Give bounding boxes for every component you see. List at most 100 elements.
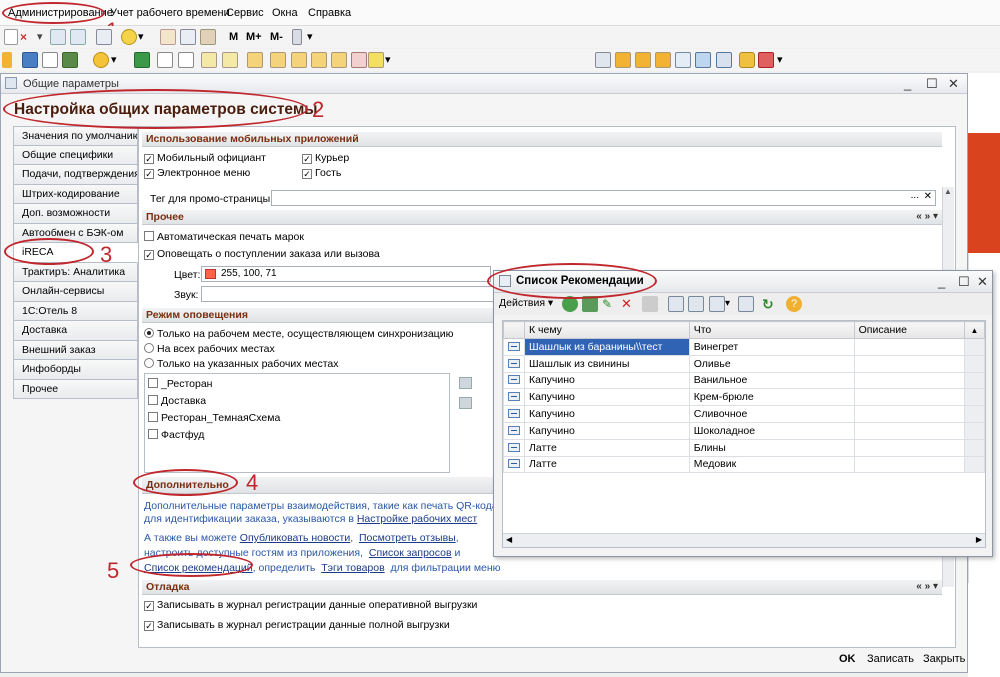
view-reviews-link[interactable]: Посмотреть отзывы <box>359 532 456 544</box>
cell-to[interactable]: Капучино <box>524 405 690 423</box>
tab-1c-hotel[interactable]: 1С:Отель 8 <box>13 301 138 321</box>
tab-general-specifics[interactable]: Общие специфики <box>13 145 138 165</box>
table-row[interactable]: Латте Медовик <box>503 455 985 474</box>
tab-external-order[interactable]: Внешний заказ <box>13 340 138 360</box>
cell-description[interactable] <box>853 438 966 457</box>
tools-dropdown-icon[interactable]: ▾ <box>307 29 323 45</box>
cell-what[interactable]: Оливье <box>688 354 855 373</box>
right-dropdown-icon[interactable]: ▾ <box>777 52 793 68</box>
section-collapse-icon[interactable]: « » ▾ <box>916 210 938 224</box>
emenu-checkbox[interactable]: ✓ Электронное меню <box>144 167 250 179</box>
list-doc-2-icon[interactable] <box>178 52 194 68</box>
tools-icon[interactable] <box>292 29 302 45</box>
cell-to[interactable]: Капучино <box>524 388 690 407</box>
tab-infoboards[interactable]: Инфоборды <box>13 360 138 380</box>
cancel-report-icon[interactable] <box>351 52 367 68</box>
journal-2-icon[interactable] <box>222 52 238 68</box>
cell-to[interactable]: Латте <box>524 438 690 457</box>
tab-online-services[interactable]: Онлайн-сервисы <box>13 282 138 302</box>
info-dropdown-icon[interactable]: ▾ <box>138 29 154 45</box>
list-doc-icon[interactable] <box>157 52 173 68</box>
add-icon[interactable] <box>562 296 578 312</box>
notify-mode-selected-radio[interactable]: Только на указанных рабочих местах <box>144 358 338 370</box>
tools-folder-icon[interactable] <box>615 52 631 68</box>
report-icon[interactable] <box>62 52 78 68</box>
delete-icon[interactable]: × <box>20 29 36 45</box>
courier-checkbox[interactable]: ✓ Курьер <box>302 152 349 164</box>
table-row[interactable]: Шашлык из баранины\\тест Винегрет <box>503 338 985 356</box>
m-minus-button[interactable]: M- <box>270 31 283 43</box>
cell-description[interactable] <box>853 405 966 423</box>
cell-to[interactable]: Латте <box>524 455 690 474</box>
tab-ireca[interactable]: iRECA <box>13 243 138 263</box>
calculator-icon[interactable] <box>160 29 176 45</box>
scroll-left-icon[interactable]: ◀ <box>506 535 512 544</box>
check-report-icon[interactable] <box>368 52 384 68</box>
uncheck-all-icon[interactable] <box>459 397 472 409</box>
calendar-icon[interactable] <box>180 29 196 45</box>
monitor-off-icon[interactable] <box>758 52 774 68</box>
save-button[interactable]: Записать <box>867 653 914 665</box>
notify-checkbox[interactable]: ✓ Оповещать о поступлении заказа или вызо… <box>144 248 380 260</box>
menu-windows[interactable]: Окна <box>272 7 298 19</box>
table-row[interactable]: Капучино Ванильное <box>503 371 985 390</box>
money-dropdown-icon[interactable]: ▾ <box>111 52 127 68</box>
sum-report-icon[interactable] <box>311 52 327 68</box>
tab-auto-exchange[interactable]: Автообмен с БЭК-ом <box>13 223 138 243</box>
color-field[interactable]: 255, 100, 71 <box>201 266 491 282</box>
book-icon[interactable] <box>134 52 150 68</box>
workplace-settings-link[interactable]: Настройке рабочих мест <box>357 513 477 525</box>
copy-icon[interactable] <box>96 29 112 45</box>
filter-list-icon[interactable] <box>709 296 725 312</box>
tab-defaults[interactable]: Значения по умолчанию <box>13 126 138 146</box>
cell-to[interactable]: Шашлык из свинины <box>524 354 690 373</box>
cell-what[interactable]: Медовик <box>688 455 855 474</box>
table-report-icon[interactable] <box>331 52 347 68</box>
tab-orders-confirmations[interactable]: Подачи, подтверждения <box>13 165 138 185</box>
cell-what[interactable]: Винегрет <box>688 338 855 356</box>
help-icon[interactable]: ? <box>786 296 802 312</box>
maximize-button[interactable]: ☐ <box>958 274 970 290</box>
cell-description[interactable] <box>853 371 966 390</box>
mark-icon[interactable] <box>642 296 658 312</box>
journal-icon[interactable] <box>201 52 217 68</box>
cell-description[interactable] <box>853 455 966 474</box>
cell-what[interactable]: Блины <box>688 438 855 457</box>
publish-news-link[interactable]: Опубликовать новости <box>240 532 350 544</box>
notify-mode-sync-radio[interactable]: Только на рабочем месте, осуществляющем … <box>144 328 453 340</box>
workplace-item[interactable]: _Ресторан <box>148 378 212 390</box>
doc-icon[interactable] <box>42 52 58 68</box>
open-folder-icon[interactable] <box>635 52 651 68</box>
section-collapse-icon[interactable]: « » ▾ <box>916 580 938 594</box>
edit-icon[interactable]: ✎ <box>602 296 618 312</box>
monitor-icon[interactable] <box>695 52 711 68</box>
clear-icon[interactable]: ✕ <box>924 191 932 202</box>
menu-administration[interactable]: Администрирование <box>8 7 113 19</box>
recommendations-list-link[interactable]: Список рекомендаций <box>144 562 253 574</box>
column-header-what[interactable]: Что <box>688 321 855 339</box>
home-icon[interactable] <box>595 52 611 68</box>
money-icon[interactable] <box>93 52 109 68</box>
m-button[interactable]: M <box>229 31 238 43</box>
guest-checkbox[interactable]: ✓ Гость <box>302 167 341 179</box>
cell-what[interactable]: Сливочное <box>688 405 855 423</box>
save-folder-icon[interactable] <box>655 52 671 68</box>
product-tags-link[interactable]: Тэги товаров <box>321 562 384 574</box>
cell-what[interactable]: Крем-брюле <box>688 388 855 407</box>
close-window-button[interactable]: Закрыть <box>923 653 965 665</box>
chart-report-icon[interactable] <box>291 52 307 68</box>
cell-to[interactable]: Шашлык из баранины\\тест <box>524 338 690 356</box>
cell-description[interactable] <box>853 388 966 407</box>
cell-description[interactable] <box>853 354 966 373</box>
minimize-button[interactable]: _ <box>904 76 911 91</box>
auto-print-checkbox[interactable]: Автоматическая печать марок <box>144 231 304 243</box>
close-button[interactable]: ✕ <box>977 274 988 290</box>
minimize-button[interactable]: _ <box>938 274 945 289</box>
tab-extra-features[interactable]: Доп. возможности <box>13 204 138 224</box>
column-header-to[interactable]: К чему <box>524 321 690 339</box>
info-icon[interactable] <box>121 29 137 45</box>
ok-button[interactable]: OK <box>839 653 856 665</box>
network-icon[interactable] <box>22 52 38 68</box>
scroll-right-icon[interactable]: ▶ <box>976 535 982 544</box>
notify-mode-all-radio[interactable]: На всех рабочих местах <box>144 343 275 355</box>
